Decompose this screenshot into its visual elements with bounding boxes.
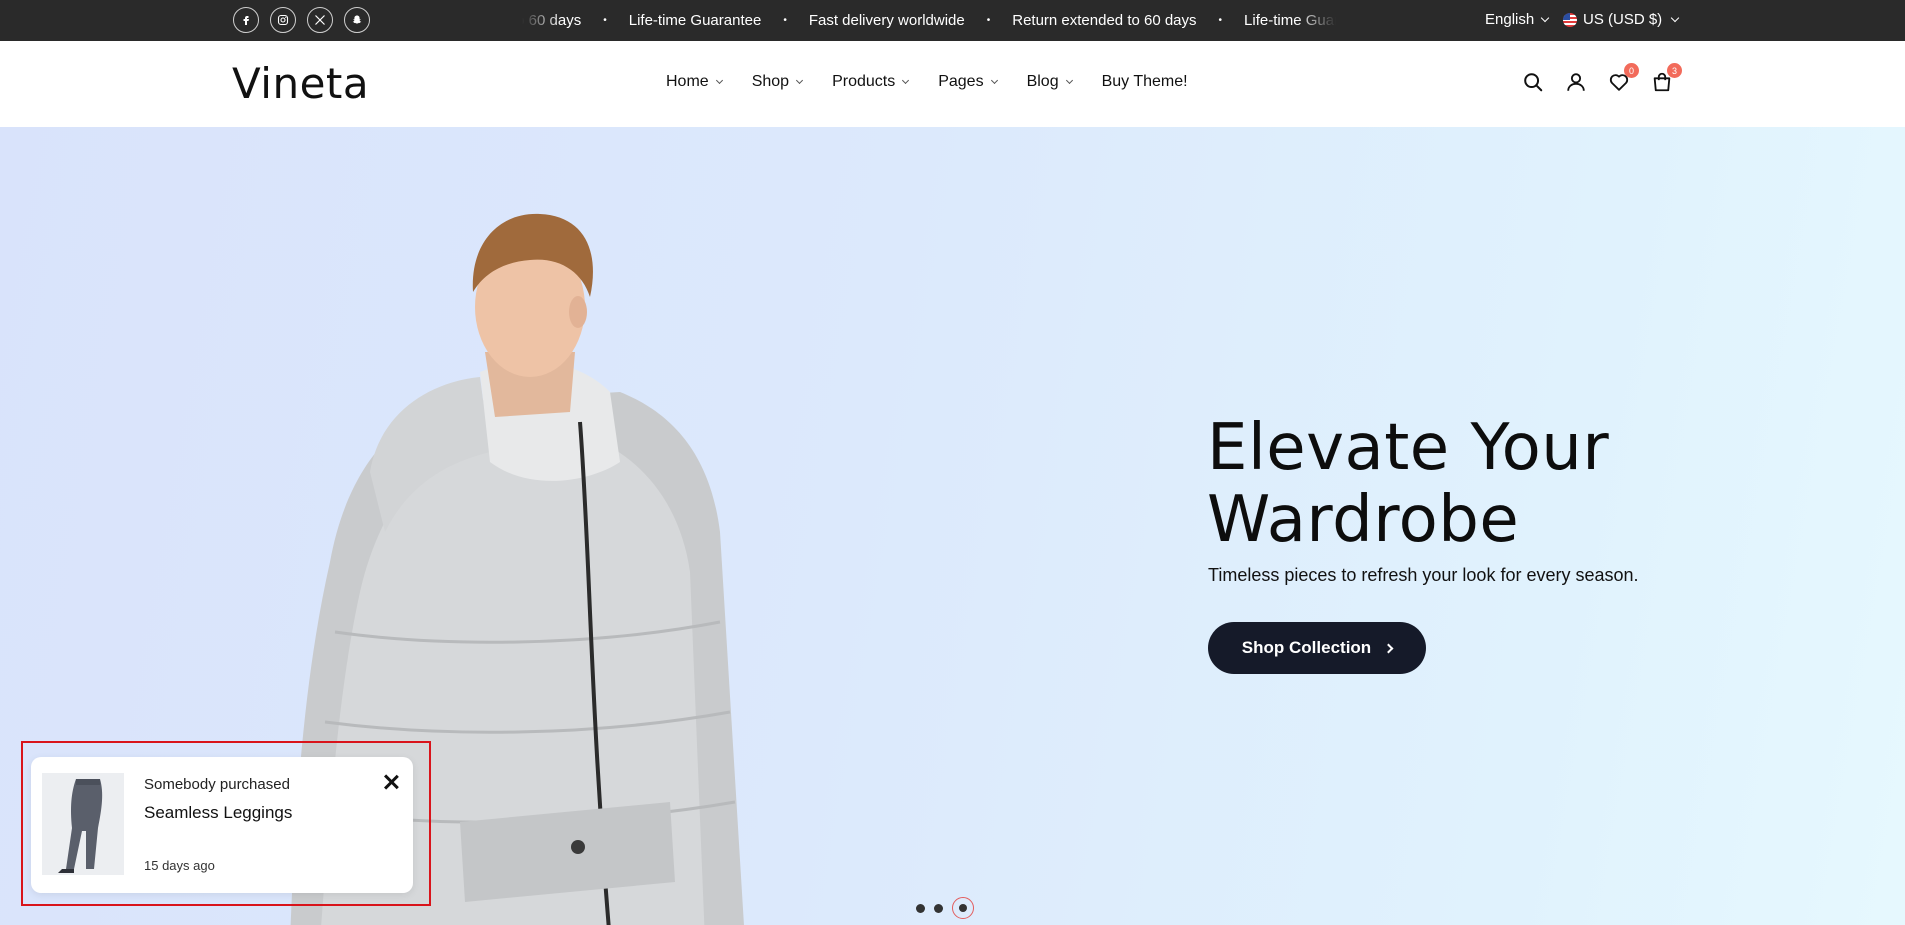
chevron-down-icon — [715, 76, 723, 84]
nav-item-pages[interactable]: Pages — [938, 73, 998, 91]
product-thumbnail[interactable] — [42, 773, 124, 875]
announcement-marquee: to 60 days• Life-time Guarantee• Fast de… — [522, 0, 1336, 41]
language-selector[interactable]: English — [1485, 11, 1550, 28]
shop-collection-button[interactable]: Shop Collection — [1208, 622, 1426, 674]
search-icon[interactable] — [1520, 69, 1546, 95]
marquee-fade-left — [522, 0, 562, 41]
slide-dot-active[interactable] — [952, 897, 974, 919]
cart-count-badge: 3 — [1667, 63, 1682, 78]
instagram-icon[interactable] — [270, 7, 296, 33]
chevron-right-icon — [1383, 643, 1394, 653]
facebook-icon[interactable] — [233, 7, 259, 33]
snapchat-icon[interactable] — [344, 7, 370, 33]
marquee-fade-right — [1296, 0, 1336, 41]
wishlist-icon[interactable]: 0 — [1606, 63, 1639, 95]
nav-item-products[interactable]: Products — [832, 73, 910, 91]
chevron-down-icon — [902, 76, 910, 84]
slide-dot[interactable] — [934, 903, 943, 913]
purchase-notification[interactable]: Somebody purchased Seamless Leggings 15 … — [31, 757, 413, 893]
slide-dot[interactable] — [916, 903, 925, 913]
currency-selector[interactable]: US (USD $) — [1563, 11, 1680, 28]
announcement-bar: to 60 days• Life-time Guarantee• Fast de… — [0, 0, 1905, 41]
chevron-down-icon — [1540, 13, 1550, 22]
language-label: English — [1485, 11, 1535, 28]
account-icon[interactable] — [1563, 69, 1589, 95]
hero-title: Elevate Your Wardrobe — [1207, 411, 1610, 557]
chevron-down-icon — [1065, 76, 1073, 84]
nav-item-buy-theme[interactable]: Buy Theme! — [1102, 73, 1188, 91]
cart-icon[interactable]: 3 — [1649, 63, 1682, 95]
header-actions: 0 3 — [1520, 63, 1682, 95]
product-name[interactable]: Seamless Leggings — [144, 803, 292, 823]
site-header: Vineta Home Shop Products Pages Blog Buy… — [0, 41, 1905, 127]
x-icon[interactable] — [307, 7, 333, 33]
slider-pagination — [916, 897, 974, 919]
nav-item-shop[interactable]: Shop — [752, 73, 804, 91]
announcement-item: Fast delivery worldwide • — [808, 12, 991, 29]
site-logo[interactable]: Vineta — [232, 59, 369, 108]
main-nav: Home Shop Products Pages Blog Buy Theme! — [666, 73, 1218, 91]
wishlist-count-badge: 0 — [1624, 63, 1639, 78]
purchase-time: 15 days ago — [144, 858, 215, 873]
notification-label: Somebody purchased — [144, 776, 290, 793]
chevron-down-icon — [796, 76, 804, 84]
currency-label: US (USD $) — [1583, 11, 1663, 28]
chevron-down-icon — [1670, 13, 1680, 22]
nav-item-home[interactable]: Home — [666, 73, 723, 91]
hero-subtitle: Timeless pieces to refresh your look for… — [1208, 565, 1639, 585]
announcement-item: Life-time Guarantee • — [628, 12, 787, 29]
close-icon[interactable] — [381, 772, 401, 792]
announcement-item: Return extended to 60 days • — [1012, 12, 1223, 29]
us-flag-icon — [1563, 12, 1577, 27]
nav-item-blog[interactable]: Blog — [1027, 73, 1073, 91]
chevron-down-icon — [990, 76, 998, 84]
social-links — [233, 7, 370, 33]
